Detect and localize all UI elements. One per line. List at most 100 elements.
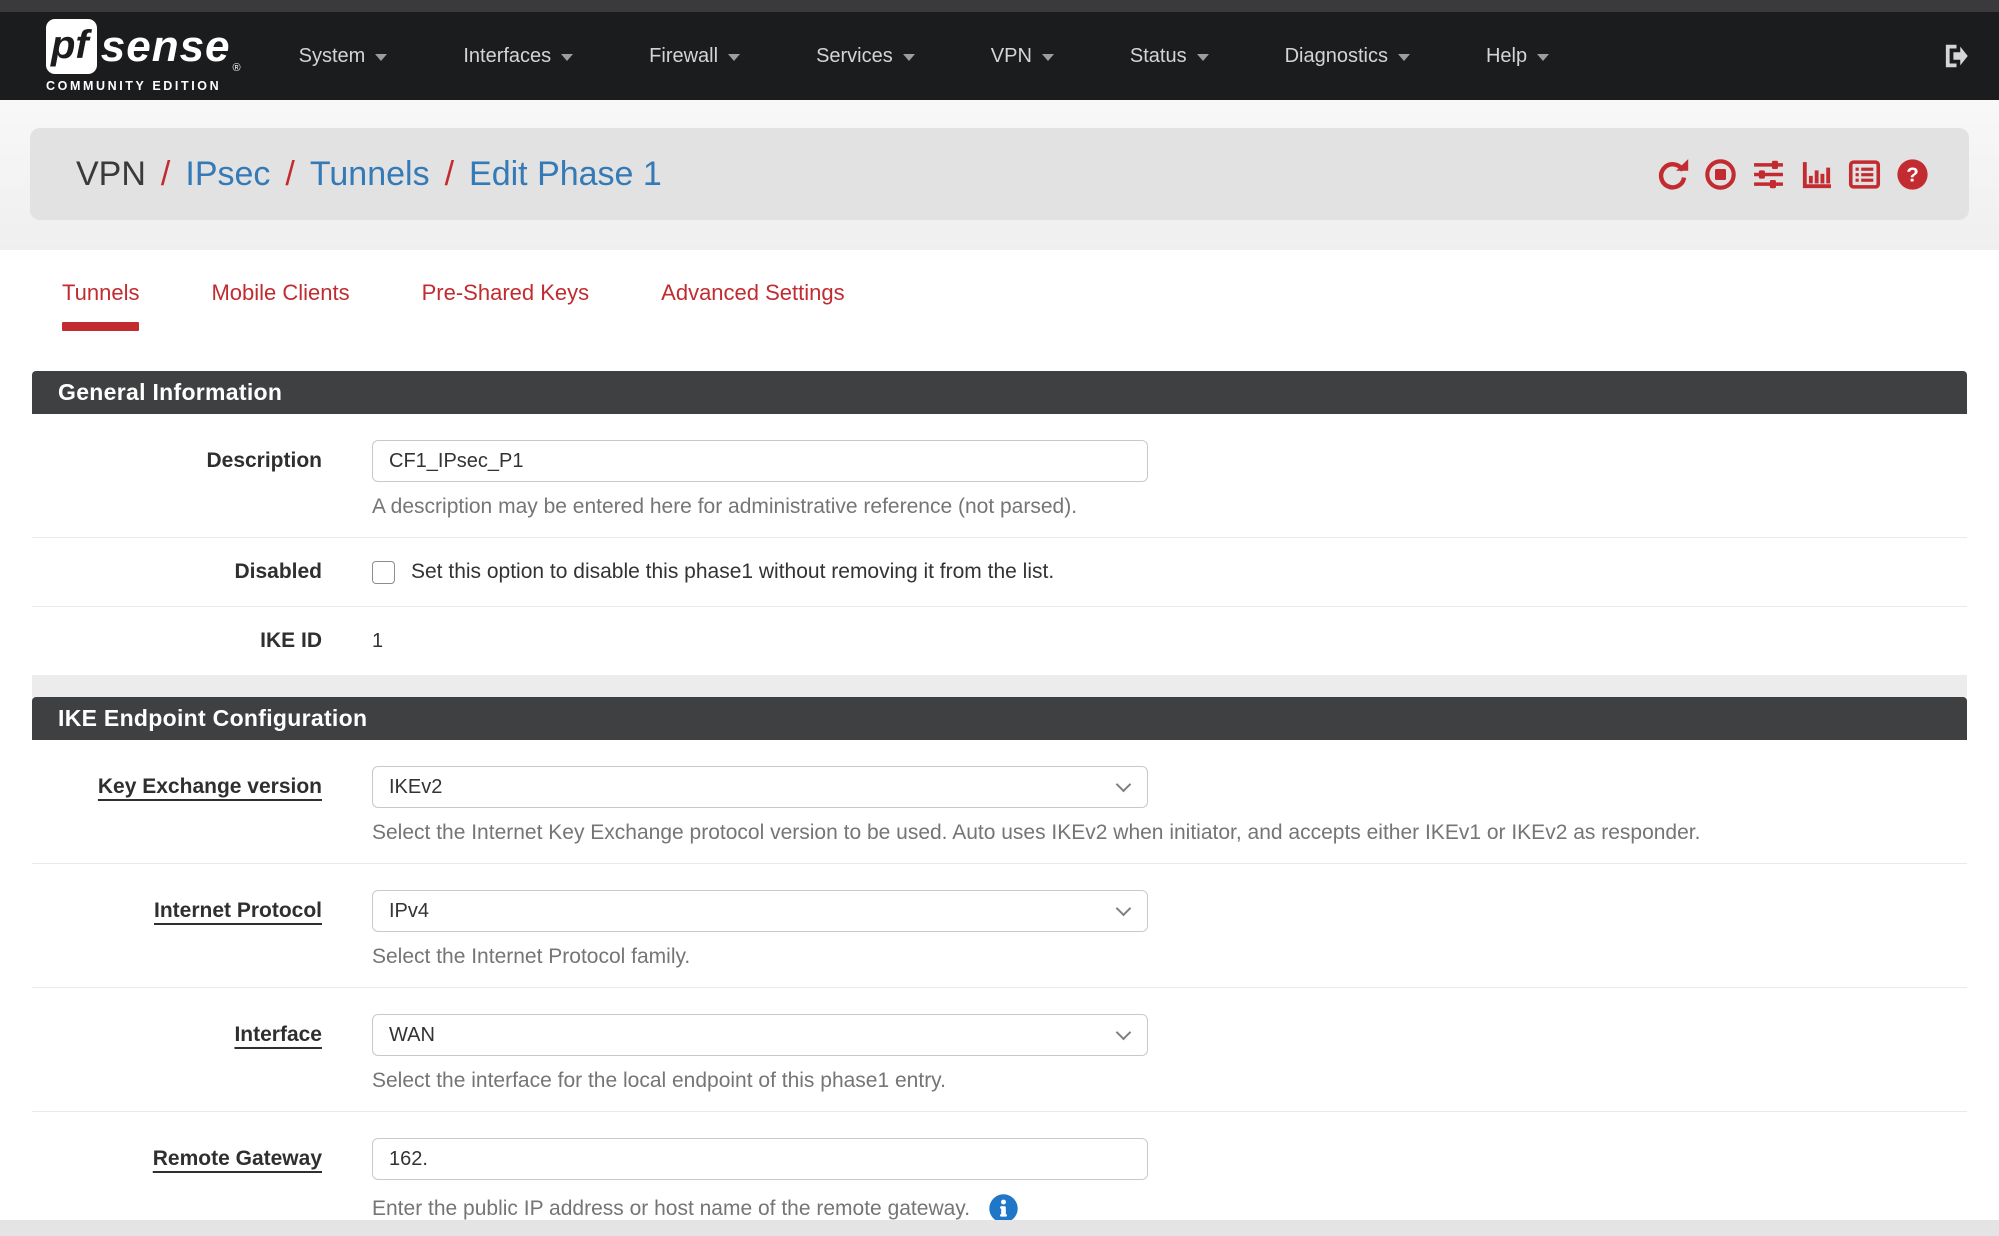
- remote-gateway-control: Enter the public IP address or host name…: [372, 1138, 1967, 1224]
- top-navbar: pf sense ® COMMUNITY EDITION System Inte…: [0, 12, 1999, 100]
- help-icon[interactable]: ?: [1896, 158, 1929, 191]
- chevron-down-icon: [375, 54, 387, 61]
- breadcrumb-link-edit-phase-1[interactable]: Edit Phase 1: [469, 155, 662, 194]
- menu-item-label: System: [299, 45, 366, 68]
- key-exchange-version-control: IKEv2 Select the Internet Key Exchange p…: [372, 766, 1967, 845]
- breadcrumb-separator: /: [445, 155, 454, 194]
- ike-id-value: 1: [372, 620, 1967, 662]
- sliders-icon[interactable]: [1752, 158, 1785, 191]
- breadcrumb-link-ipsec[interactable]: IPsec: [185, 155, 270, 194]
- menu-item-label: Help: [1486, 45, 1527, 68]
- interface-control: WAN Select the interface for the local e…: [372, 1014, 1967, 1093]
- select-value: WAN: [389, 1024, 435, 1047]
- top-strip: [0, 0, 1999, 12]
- tab-label: Advanced Settings: [661, 280, 844, 306]
- breadcrumb-separator: /: [285, 155, 294, 194]
- sense-wordmark: sense: [101, 25, 231, 69]
- active-tab-underline: [62, 322, 139, 331]
- tab-underline: [211, 322, 349, 331]
- interface-label: Interface: [32, 1014, 372, 1093]
- bottom-strip: [0, 1220, 1999, 1236]
- remote-gateway-help-text: Enter the public IP address or host name…: [372, 1197, 970, 1221]
- list-icon[interactable]: [1848, 158, 1881, 191]
- stop-icon[interactable]: [1704, 158, 1737, 191]
- disabled-control: Set this option to disable this phase1 w…: [372, 551, 1967, 593]
- remote-gateway-row: Remote Gateway Enter the public IP addre…: [32, 1112, 1967, 1236]
- ike-endpoint-configuration-section: IKE Endpoint Configuration Key Exchange …: [32, 697, 1967, 1236]
- menu-item-interfaces[interactable]: Interfaces: [463, 45, 573, 68]
- breadcrumb-bar: VPN / IPsec / Tunnels / Edit Phase 1: [30, 128, 1969, 220]
- section-gap: [32, 675, 1967, 697]
- chevron-down-icon: [1116, 777, 1132, 793]
- ike-id-label: IKE ID: [32, 620, 372, 662]
- svg-text:?: ?: [1906, 163, 1919, 186]
- menu-item-diagnostics[interactable]: Diagnostics: [1285, 45, 1410, 68]
- menu-item-label: Status: [1130, 45, 1187, 68]
- chevron-down-icon: [903, 54, 915, 61]
- tab-tunnels[interactable]: Tunnels: [32, 280, 169, 331]
- tab-mobile-clients[interactable]: Mobile Clients: [181, 280, 379, 331]
- menu-item-firewall[interactable]: Firewall: [649, 45, 740, 68]
- internet-protocol-control: IPv4 Select the Internet Protocol family…: [372, 890, 1967, 969]
- description-row: Description A description may be entered…: [32, 414, 1967, 538]
- breadcrumb: VPN / IPsec / Tunnels / Edit Phase 1: [76, 155, 662, 194]
- disabled-row: Disabled Set this option to disable this…: [32, 538, 1967, 607]
- refresh-icon[interactable]: [1656, 158, 1689, 191]
- key-exchange-version-row: Key Exchange version IKEv2 Select the In…: [32, 740, 1967, 864]
- disabled-label: Disabled: [32, 551, 372, 593]
- sign-out-icon[interactable]: [1939, 41, 1969, 71]
- select-value: IPv4: [389, 900, 429, 923]
- interface-select[interactable]: WAN: [372, 1014, 1148, 1056]
- bar-chart-icon[interactable]: [1800, 158, 1833, 191]
- chevron-down-icon: [1116, 901, 1132, 917]
- breadcrumb-actions: ?: [1656, 158, 1929, 191]
- disabled-checkbox[interactable]: [372, 561, 395, 584]
- description-control: A description may be entered here for ad…: [372, 440, 1967, 519]
- community-edition-label: COMMUNITY EDITION: [46, 79, 241, 93]
- internet-protocol-label: Internet Protocol: [32, 890, 372, 969]
- key-exchange-version-select[interactable]: IKEv2: [372, 766, 1148, 808]
- menu-item-label: Firewall: [649, 45, 718, 68]
- description-help-text: A description may be entered here for ad…: [372, 495, 1967, 519]
- breadcrumb-separator: /: [161, 155, 170, 194]
- pf-logo-mark: pf: [46, 19, 97, 74]
- chevron-down-icon: [728, 54, 740, 61]
- tab-underline: [661, 322, 844, 331]
- description-label: Description: [32, 440, 372, 519]
- menu-item-system[interactable]: System: [299, 45, 388, 68]
- tab-bar: Tunnels Mobile Clients Pre-Shared Keys A…: [0, 250, 1999, 331]
- remote-gateway-input[interactable]: [372, 1138, 1148, 1180]
- internet-protocol-row: Internet Protocol IPv4 Select the Intern…: [32, 864, 1967, 988]
- chevron-down-icon: [1398, 54, 1410, 61]
- breadcrumb-link-tunnels[interactable]: Tunnels: [310, 155, 430, 194]
- chevron-down-icon: [1116, 1025, 1132, 1041]
- key-exchange-version-label: Key Exchange version: [32, 766, 372, 845]
- disabled-checkbox-text: Set this option to disable this phase1 w…: [411, 560, 1054, 584]
- general-information-section: General Information Description A descri…: [32, 371, 1967, 675]
- menu-item-services[interactable]: Services: [816, 45, 915, 68]
- tab-label: Pre-Shared Keys: [422, 280, 590, 306]
- menu-item-label: Diagnostics: [1285, 45, 1388, 68]
- tab-underline: [422, 322, 590, 331]
- internet-protocol-select[interactable]: IPv4: [372, 890, 1148, 932]
- description-input[interactable]: [372, 440, 1148, 482]
- menu-item-vpn[interactable]: VPN: [991, 45, 1054, 68]
- main-menu: System Interfaces Firewall Services VPN …: [299, 45, 1549, 68]
- chevron-down-icon: [1537, 54, 1549, 61]
- interface-help-text: Select the interface for the local endpo…: [372, 1069, 1967, 1093]
- tab-label: Mobile Clients: [211, 280, 349, 306]
- remote-gateway-label: Remote Gateway: [32, 1138, 372, 1224]
- menu-item-label: Interfaces: [463, 45, 551, 68]
- pfsense-logo-wordmark: pf sense ®: [46, 19, 241, 74]
- pfsense-logo[interactable]: pf sense ® COMMUNITY EDITION: [46, 19, 241, 93]
- tab-pre-shared-keys[interactable]: Pre-Shared Keys: [392, 280, 620, 331]
- tab-advanced-settings[interactable]: Advanced Settings: [631, 280, 874, 331]
- chevron-down-icon: [1197, 54, 1209, 61]
- section-title-ike-endpoint-configuration: IKE Endpoint Configuration: [32, 697, 1967, 740]
- breadcrumb-root: VPN: [76, 155, 146, 194]
- section-title-general-information: General Information: [32, 371, 1967, 414]
- chevron-down-icon: [561, 54, 573, 61]
- menu-item-help[interactable]: Help: [1486, 45, 1549, 68]
- menu-item-status[interactable]: Status: [1130, 45, 1209, 68]
- interface-row: Interface WAN Select the interface for t…: [32, 988, 1967, 1112]
